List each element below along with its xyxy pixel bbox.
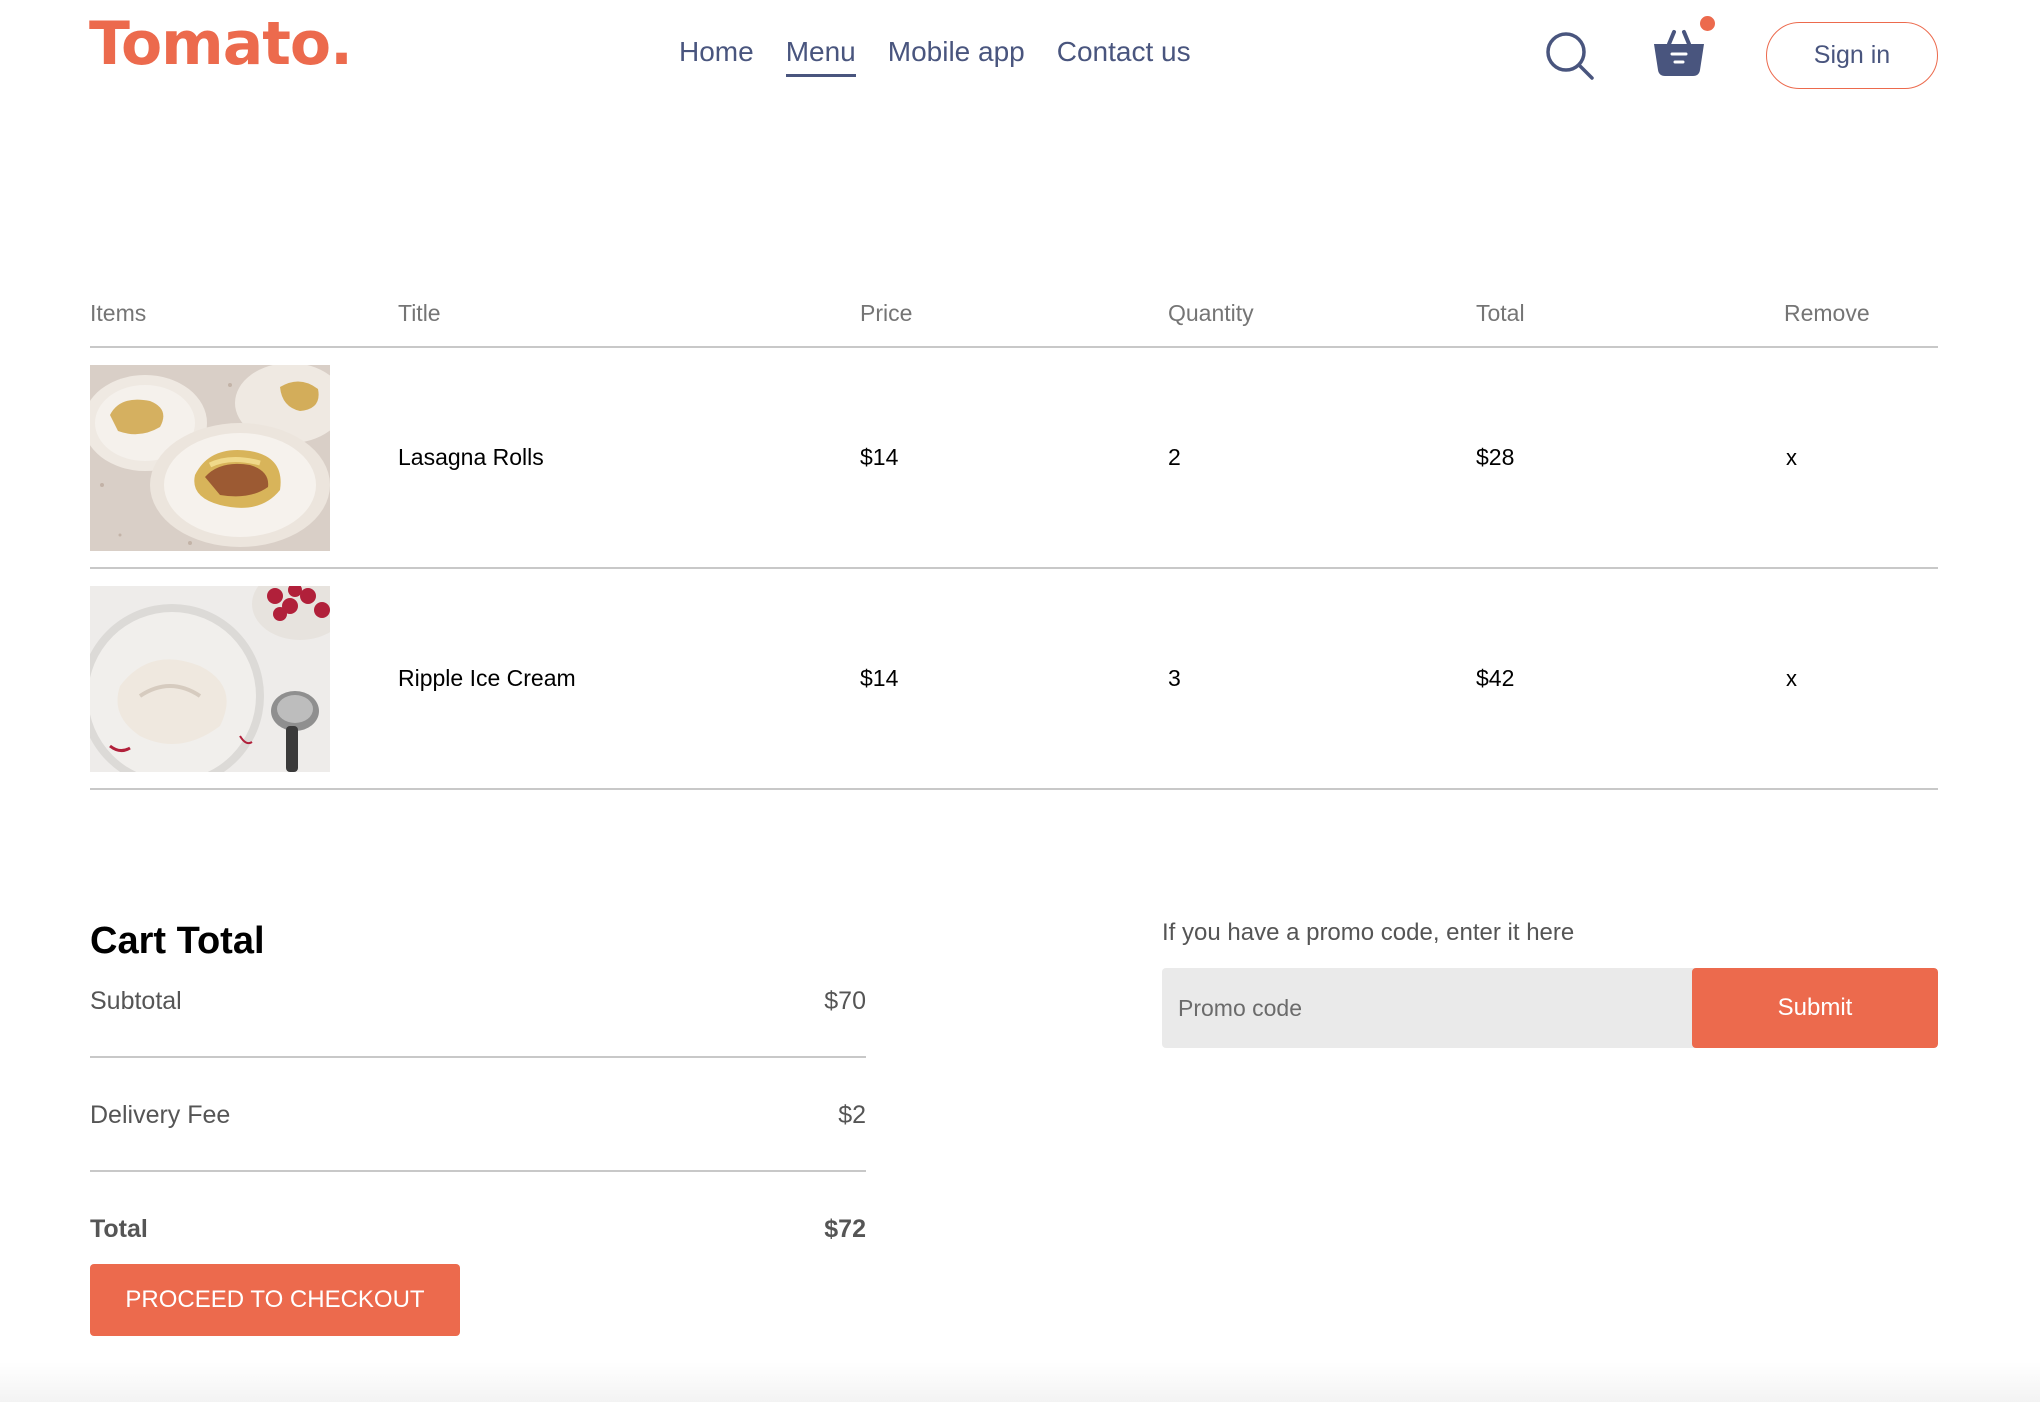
nav-link-menu[interactable]: Menu	[785, 34, 856, 77]
lasagna-rolls-image	[90, 364, 330, 551]
promo-code-input[interactable]	[1162, 968, 1692, 1048]
header-quantity: Quantity	[1168, 299, 1254, 326]
basket-icon[interactable]	[1650, 24, 1708, 82]
cart-page: Tomato. Home Menu Mobile app Contact us …	[0, 0, 2040, 1402]
delivery-fee-value: $2	[838, 1101, 866, 1129]
delivery-fee-row: Delivery Fee $2	[90, 1100, 866, 1130]
promo-code-panel: If you have a promo code, enter it here …	[1162, 918, 1938, 1048]
nav-menu: Home Menu Mobile app Contact us	[679, 34, 1191, 77]
logo[interactable]: Tomato.	[89, 14, 353, 74]
table-row: Ripple Ice Cream $14 3 $42 x	[90, 569, 1938, 788]
subtotal-row: Subtotal $70	[90, 986, 866, 1016]
cart-indicator-dot	[1700, 16, 1715, 31]
remove-item-button[interactable]: x	[1784, 666, 1938, 692]
item-total: $42	[1476, 665, 1515, 691]
item-quantity: 3	[1168, 665, 1181, 691]
delivery-fee-label: Delivery Fee	[90, 1101, 231, 1129]
nav-link-home[interactable]: Home	[679, 34, 754, 77]
divider	[90, 788, 1938, 790]
item-price: $14	[860, 665, 899, 691]
table-row: Lasagna Rolls $14 2 $28 x	[90, 348, 1938, 567]
ripple-ice-cream-image	[90, 585, 330, 772]
header-total: Total	[1476, 299, 1525, 326]
subtotal-value: $70	[824, 987, 866, 1015]
promo-prompt: If you have a promo code, enter it here	[1162, 919, 1575, 946]
item-price: $14	[860, 444, 899, 470]
header-title: Title	[398, 299, 441, 326]
total-label: Total	[90, 1215, 148, 1243]
cart-total-heading: Cart Total	[90, 920, 265, 962]
nav-link-contact-us[interactable]: Contact us	[1057, 34, 1191, 77]
remove-item-button[interactable]: x	[1784, 445, 1938, 471]
grand-total-row: Total $72	[90, 1214, 866, 1244]
cart-total-panel: Cart Total Subtotal $70 Delivery Fee $2 …	[90, 918, 866, 1336]
header-remove: Remove	[1784, 299, 1870, 326]
item-title: Ripple Ice Cream	[398, 665, 576, 691]
total-value: $72	[824, 1215, 866, 1243]
promo-code-form: Submit	[1162, 968, 1938, 1048]
nav-link-mobile-app[interactable]: Mobile app	[888, 34, 1025, 77]
divider	[90, 1170, 866, 1172]
proceed-to-checkout-button[interactable]: PROCEED TO CHECKOUT	[90, 1264, 460, 1336]
item-total: $28	[1476, 444, 1515, 470]
promo-submit-button[interactable]: Submit	[1692, 968, 1938, 1048]
page-bottom-edge	[0, 1362, 2040, 1402]
search-icon[interactable]	[1544, 30, 1596, 82]
divider	[90, 1056, 866, 1058]
header-items: Items	[90, 299, 147, 326]
item-quantity: 2	[1168, 444, 1181, 470]
sign-in-button[interactable]: Sign in	[1766, 22, 1938, 89]
subtotal-label: Subtotal	[90, 987, 182, 1015]
header-price: Price	[860, 299, 913, 326]
table-header-row: Items Title Price Quantity Total Remove	[90, 280, 1938, 346]
cart-items-table: Items Title Price Quantity Total Remove	[90, 280, 1938, 790]
item-title: Lasagna Rolls	[398, 444, 544, 470]
navbar: Tomato. Home Menu Mobile app Contact us …	[0, 0, 2040, 110]
